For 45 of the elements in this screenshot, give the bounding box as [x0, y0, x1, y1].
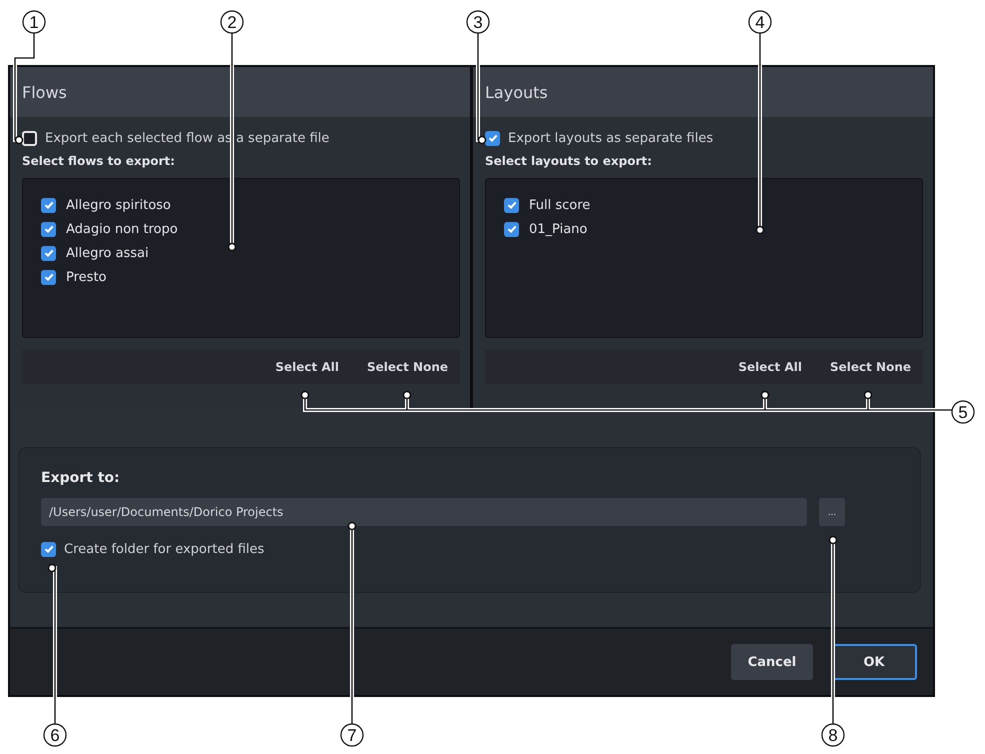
path-field[interactable]: /Users/user/Documents/Dorico Projects — [41, 498, 807, 526]
export-label: Export to: — [41, 470, 121, 486]
list-label: Select flows to export: — [22, 154, 176, 168]
checkbox-label: Export layouts as separate files — [508, 130, 714, 146]
list-item[interactable]: Allegro spiritoso — [66, 198, 171, 212]
check-icon — [506, 223, 518, 235]
browse-button[interactable]: ... — [819, 498, 845, 526]
select-link[interactable]: Select All — [738, 360, 802, 374]
check-icon — [486, 132, 498, 144]
check-icon — [506, 199, 518, 211]
checkbox[interactable] — [485, 130, 500, 146]
check-icon — [42, 543, 54, 555]
callout-number: 3 — [466, 10, 490, 34]
list-item[interactable]: Adagio non tropo — [66, 222, 178, 236]
checkbox[interactable] — [41, 198, 56, 212]
check-icon — [42, 223, 54, 235]
list-item[interactable]: Full score — [529, 198, 590, 212]
callout-number: 5 — [951, 400, 975, 424]
checkbox[interactable] — [41, 246, 56, 260]
checkbox[interactable] — [504, 198, 519, 212]
cancel-button[interactable]: Cancel — [731, 644, 813, 680]
list-label: Select layouts to export: — [485, 154, 653, 168]
list-item[interactable]: Presto — [66, 270, 106, 284]
list-item[interactable]: Allegro assai — [66, 246, 149, 260]
callout-number: 4 — [748, 10, 772, 34]
callout-number: 7 — [340, 723, 364, 747]
panel-title: Flows — [22, 82, 67, 102]
select-link[interactable]: Select None — [366, 360, 448, 374]
callout-number: 6 — [43, 723, 67, 747]
panel-title: Layouts — [485, 82, 548, 102]
check-icon — [42, 247, 54, 259]
callout-number: 8 — [821, 723, 845, 747]
checkbox[interactable] — [41, 270, 56, 284]
check-icon — [42, 199, 54, 211]
checkbox-label: Create folder for exported files — [64, 542, 264, 556]
checkbox[interactable] — [22, 130, 37, 146]
callout-number: 1 — [22, 10, 46, 34]
checkbox[interactable] — [504, 222, 519, 236]
callout-number: 2 — [220, 10, 244, 34]
select-link[interactable]: Select None — [830, 360, 911, 374]
checkbox[interactable] — [41, 542, 56, 556]
select-link[interactable]: Select All — [275, 360, 339, 374]
check-icon — [42, 271, 54, 283]
list-item[interactable]: 01_Piano — [529, 222, 588, 236]
checkbox[interactable] — [41, 222, 56, 236]
